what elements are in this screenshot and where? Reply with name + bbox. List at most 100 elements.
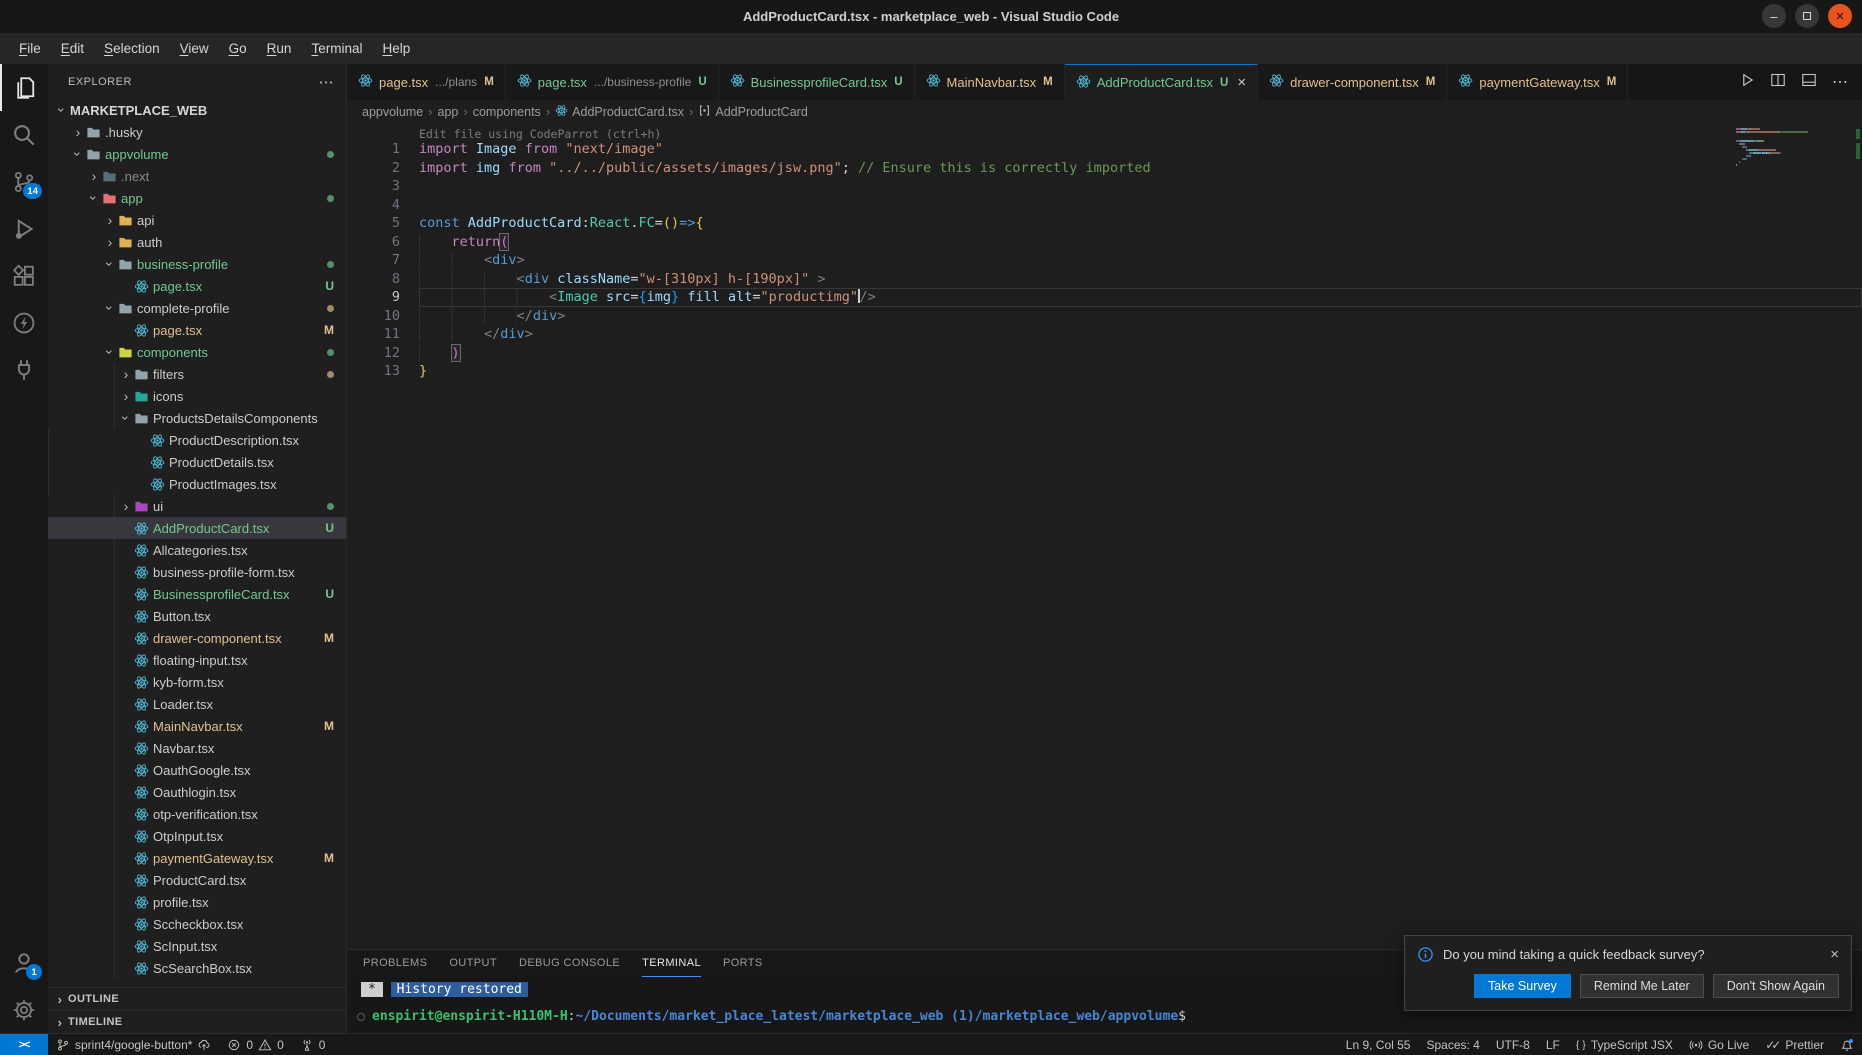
tree-item-productcard-tsx[interactable]: ProductCard.tsx [48, 869, 346, 891]
tree-item-otp-verification-tsx[interactable]: otp-verification.tsx [48, 803, 346, 825]
tree-item-components[interactable]: ›components [48, 341, 346, 363]
tree-item-business-profile[interactable]: ›business-profile [48, 253, 346, 275]
tree-item-auth[interactable]: ›auth [48, 231, 346, 253]
eol-sequence[interactable]: LF [1538, 1034, 1568, 1055]
menu-selection[interactable]: Selection [95, 38, 169, 59]
forwarded-ports[interactable]: 0 [292, 1034, 334, 1055]
code-line-8[interactable]: 8 <div className="w-[310px] h-[190px]" > [347, 270, 1862, 289]
tree-item-app[interactable]: ›app [48, 187, 346, 209]
section-timeline[interactable]: ›TIMELINE [48, 1010, 346, 1033]
tree-item-ui[interactable]: ›ui [48, 495, 346, 517]
extensions-icon[interactable] [0, 252, 48, 299]
tab-close-icon[interactable]: × [1237, 75, 1246, 90]
menu-help[interactable]: Help [373, 38, 419, 59]
menu-terminal[interactable]: Terminal [302, 38, 371, 59]
tree-item-mainnavbar-tsx[interactable]: MainNavbar.tsxM [48, 715, 346, 737]
tree-item-productsdetailscomponents[interactable]: ›ProductsDetailsComponents [48, 407, 346, 429]
tab-page-tsx[interactable]: page.tsx.../plansM [347, 64, 506, 100]
tab-mainnavbar-tsx[interactable]: MainNavbar.tsxM [915, 64, 1065, 100]
close-button[interactable]: × [1828, 4, 1852, 28]
breadcrumb-item[interactable]: AddProductCard.tsx [555, 104, 684, 120]
code-line-1[interactable]: 1import Image from "next/image" [347, 140, 1862, 159]
toast-button-take-survey[interactable]: Take Survey [1474, 974, 1571, 998]
problems[interactable]: 00 [219, 1034, 291, 1055]
menu-file[interactable]: File [10, 38, 50, 59]
explorer-icon[interactable] [0, 64, 48, 111]
tree-item-sccheckbox-tsx[interactable]: Sccheckbox.tsx [48, 913, 346, 935]
code-line-9[interactable]: 9 <Image src={img} fill alt="productimg"… [347, 288, 1862, 307]
notification-close-icon[interactable]: × [1830, 946, 1839, 963]
tree-item-oauthlogin-tsx[interactable]: Oauthlogin.tsx [48, 781, 346, 803]
toast-button-don-t-show-again[interactable]: Don't Show Again [1713, 974, 1839, 998]
run-debug-icon[interactable] [0, 205, 48, 252]
tree-item-complete-profile[interactable]: ›complete-profile [48, 297, 346, 319]
panel-tab-problems[interactable]: PROBLEMS [363, 950, 427, 977]
more-actions-button[interactable]: ⋯ [1832, 72, 1848, 92]
tab-addproductcard-tsx[interactable]: AddProductCard.tsxU× [1065, 64, 1258, 100]
code-line-2[interactable]: 2import img from "../../public/assets/im… [347, 159, 1862, 178]
tree-item-scsearchbox-tsx[interactable]: ScSearchBox.tsx [48, 957, 346, 979]
code-line-12[interactable]: 12 ) [347, 344, 1862, 363]
panel-tab-ports[interactable]: PORTS [723, 950, 763, 977]
tree-item-floating-input-tsx[interactable]: floating-input.tsx [48, 649, 346, 671]
code-line-11[interactable]: 11 </div> [347, 325, 1862, 344]
tab-page-tsx[interactable]: page.tsx.../business-profileU [506, 64, 719, 100]
tree-item-marketplace-web[interactable]: ›MARKETPLACE_WEB [48, 99, 346, 121]
menu-run[interactable]: Run [258, 38, 301, 59]
remote-indicator[interactable]: >< [0, 1034, 48, 1055]
breadcrumb-item[interactable]: AddProductCard [698, 104, 807, 120]
search-icon[interactable] [0, 111, 48, 158]
code-line-5[interactable]: 5const AddProductCard:React.FC=()=>{ [347, 214, 1862, 233]
tree-item-scinput-tsx[interactable]: ScInput.tsx [48, 935, 346, 957]
tree-item-navbar-tsx[interactable]: Navbar.tsx [48, 737, 346, 759]
code-line-7[interactable]: 7 <div> [347, 251, 1862, 270]
overview-ruler[interactable] [1850, 123, 1862, 949]
section-outline[interactable]: ›OUTLINE [48, 987, 346, 1010]
go-live[interactable]: Go Live [1681, 1034, 1757, 1055]
tree-item-businessprofilecard-tsx[interactable]: BusinessprofileCard.tsxU [48, 583, 346, 605]
tree-item-oauthgoogle-tsx[interactable]: OauthGoogle.tsx [48, 759, 346, 781]
notifications-bell[interactable] [1832, 1034, 1862, 1055]
settings-gear-icon[interactable] [0, 986, 48, 1033]
tree-item-appvolume[interactable]: ›appvolume [48, 143, 346, 165]
customize-layout-button[interactable] [1801, 72, 1817, 93]
run-file-button[interactable] [1739, 72, 1755, 93]
tree-item-addproductcard-tsx[interactable]: AddProductCard.tsxU [48, 517, 346, 539]
menu-edit[interactable]: Edit [52, 38, 93, 59]
tree-item--husky[interactable]: ›.husky [48, 121, 346, 143]
indentation[interactable]: Spaces: 4 [1418, 1034, 1487, 1055]
code-editor[interactable]: Edit file using CodeParrot (ctrl+h) 1imp… [347, 123, 1862, 949]
tree-item--next[interactable]: ›.next [48, 165, 346, 187]
tree-item-drawer-component-tsx[interactable]: drawer-component.tsxM [48, 627, 346, 649]
tree-item-productdescription-tsx[interactable]: ProductDescription.tsx [48, 429, 346, 451]
tree-item-page-tsx[interactable]: page.tsxM [48, 319, 346, 341]
breadcrumb-item[interactable]: appvolume [362, 105, 423, 119]
tab-drawer-component-tsx[interactable]: drawer-component.tsxM [1258, 64, 1447, 100]
breadcrumb-item[interactable]: components [473, 105, 541, 119]
tree-item-icons[interactable]: ›icons [48, 385, 346, 407]
explorer-more-actions-icon[interactable]: ⋯ [319, 73, 335, 91]
language-mode[interactable]: { }TypeScript JSX [1568, 1034, 1681, 1055]
tree-item-profile-tsx[interactable]: profile.tsx [48, 891, 346, 913]
toast-button-remind-me-later[interactable]: Remind Me Later [1580, 974, 1704, 998]
tree-item-productdetails-tsx[interactable]: ProductDetails.tsx [48, 451, 346, 473]
menu-view[interactable]: View [171, 38, 218, 59]
tree-item-business-profile-form-tsx[interactable]: business-profile-form.tsx [48, 561, 346, 583]
tree-item-filters[interactable]: ›filters [48, 363, 346, 385]
tree-item-kyb-form-tsx[interactable]: kyb-form.tsx [48, 671, 346, 693]
panel-tab-terminal[interactable]: TERMINAL [642, 950, 701, 977]
tab-paymentgateway-tsx[interactable]: paymentGateway.tsxM [1447, 64, 1628, 100]
code-line-13[interactable]: 13} [347, 362, 1862, 381]
code-line-10[interactable]: 10 </div> [347, 307, 1862, 326]
panel-tab-output[interactable]: OUTPUT [449, 950, 497, 977]
tree-item-button-tsx[interactable]: Button.tsx [48, 605, 346, 627]
breadcrumb-item[interactable]: app [438, 105, 459, 119]
cursor-position[interactable]: Ln 9, Col 55 [1338, 1034, 1419, 1055]
split-editor-button[interactable] [1770, 72, 1786, 93]
code-line-6[interactable]: 6 return( [347, 233, 1862, 252]
account-icon[interactable]: 1 [0, 939, 48, 986]
thunder-client-icon[interactable] [0, 299, 48, 346]
tree-item-loader-tsx[interactable]: Loader.tsx [48, 693, 346, 715]
minimize-button[interactable]: – [1762, 4, 1786, 28]
panel-tab-debug-console[interactable]: DEBUG CONSOLE [519, 950, 620, 977]
